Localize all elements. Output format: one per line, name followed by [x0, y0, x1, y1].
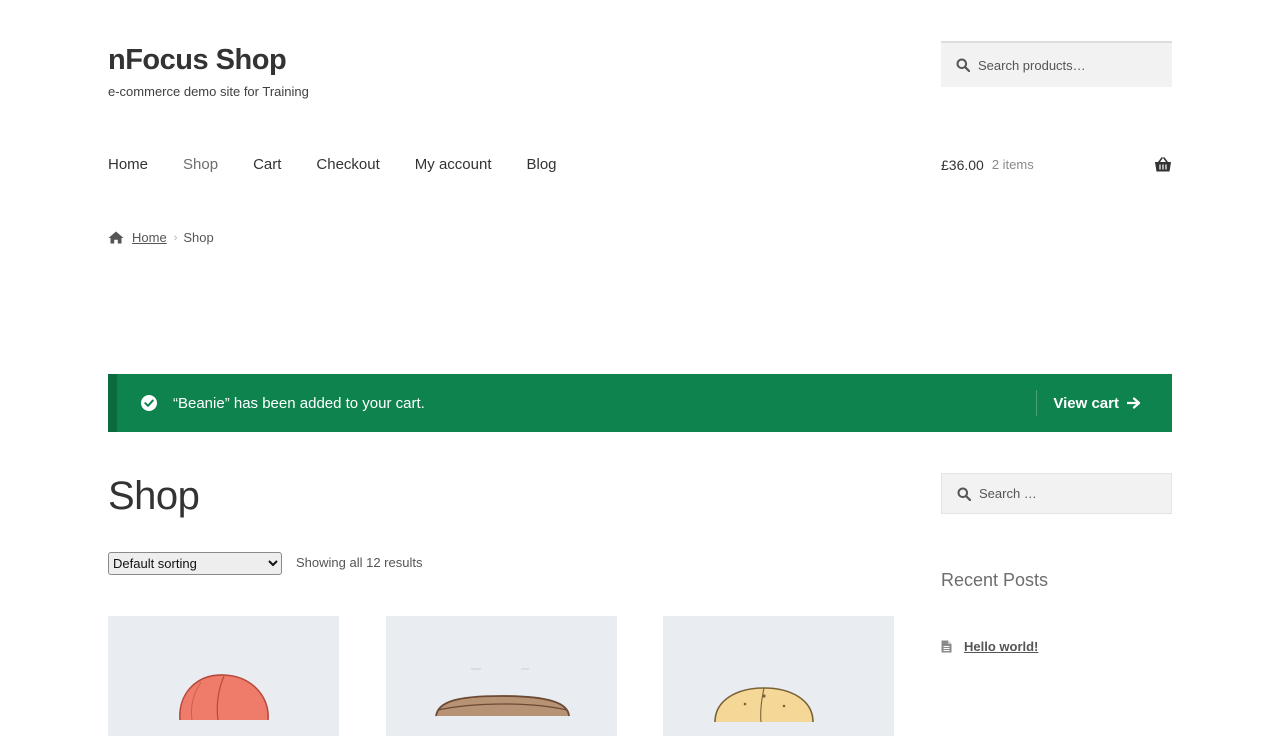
arrow-right-icon: [1127, 397, 1141, 409]
product-card-3[interactable]: [663, 616, 894, 736]
sidebar-search-input[interactable]: [979, 486, 1159, 501]
nav-item-blog[interactable]: Blog: [526, 155, 556, 175]
search-icon: [957, 487, 971, 501]
basket-icon[interactable]: [1154, 157, 1172, 173]
cart-total[interactable]: £36.00: [941, 155, 984, 175]
recent-post-item: Hello world!: [941, 639, 1038, 654]
cart-added-notice: “Beanie” has been added to your cart. Vi…: [108, 374, 1172, 432]
check-circle-icon: [141, 395, 157, 411]
sidebar-search[interactable]: [941, 473, 1172, 514]
recent-post-link[interactable]: Hello world!: [964, 639, 1038, 654]
nav-item-my-account[interactable]: My account: [415, 155, 492, 175]
nav-item-checkout[interactable]: Checkout: [316, 155, 379, 175]
breadcrumb-current: Shop: [183, 230, 214, 245]
cart-item-count[interactable]: 2 items: [992, 155, 1034, 175]
document-icon: [941, 640, 952, 653]
sorting-select[interactable]: Default sorting: [108, 552, 282, 575]
nav-item-cart[interactable]: Cart: [253, 155, 281, 175]
site-description: e-commerce demo site for Training: [108, 84, 309, 99]
notice-message: “Beanie” has been added to your cart.: [173, 394, 425, 412]
product-card-2[interactable]: [386, 616, 617, 736]
view-cart-button[interactable]: View cart: [1036, 390, 1172, 416]
breadcrumb-home-link[interactable]: Home: [132, 230, 167, 245]
header-search[interactable]: [941, 41, 1172, 87]
page-title: Shop: [108, 474, 200, 518]
primary-navigation: Home Shop Cart Checkout My account Blog: [108, 155, 592, 175]
home-icon: [108, 231, 124, 244]
search-icon: [956, 58, 970, 72]
breadcrumb: Home › Shop: [108, 230, 214, 245]
result-count: Showing all 12 results: [296, 555, 423, 570]
yellow-cap-image[interactable]: [663, 616, 894, 736]
chevron-right-icon: ›: [173, 231, 178, 244]
product-card-1[interactable]: [108, 616, 339, 736]
nav-item-shop[interactable]: Shop: [183, 155, 218, 175]
nav-item-home[interactable]: Home: [108, 155, 148, 175]
red-beanie-image[interactable]: [108, 616, 339, 736]
view-cart-label: View cart: [1053, 394, 1119, 412]
product-search-input[interactable]: [978, 57, 1158, 73]
site-title[interactable]: nFocus Shop: [108, 44, 287, 77]
brown-cap-image[interactable]: [386, 616, 617, 736]
header-cart[interactable]: £36.00 2 items: [941, 155, 1172, 175]
recent-posts-title: Recent Posts: [941, 570, 1049, 590]
